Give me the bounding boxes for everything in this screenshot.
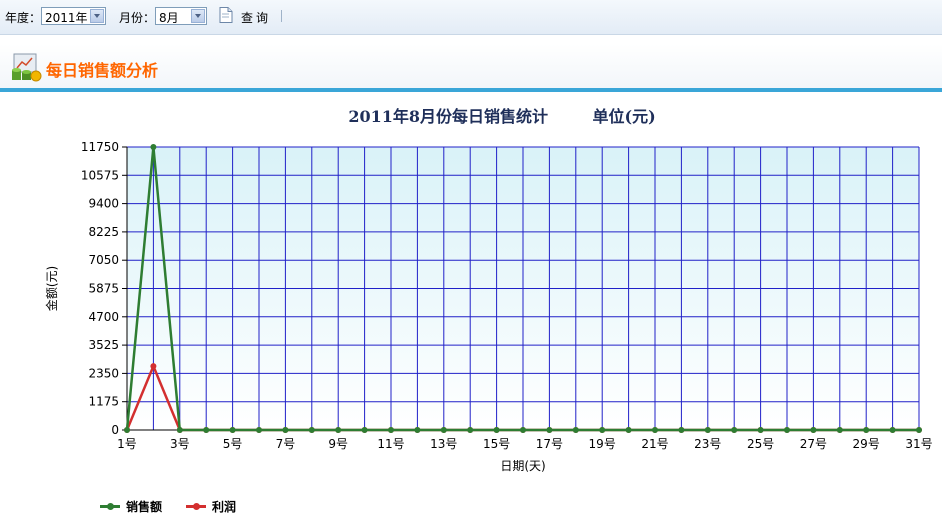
y-tick-label: 1175 bbox=[88, 395, 119, 409]
data-point-sales bbox=[176, 427, 183, 433]
data-point-sales bbox=[810, 427, 817, 433]
x-tick-label: 1号 bbox=[117, 437, 137, 451]
data-point-sales bbox=[229, 427, 236, 433]
x-tick-label: 27号 bbox=[800, 437, 827, 451]
legend-label-sales: 销售额 bbox=[126, 500, 163, 514]
x-tick-label: 21号 bbox=[641, 437, 668, 451]
data-point-sales bbox=[282, 427, 289, 433]
x-tick-label: 3号 bbox=[170, 437, 190, 451]
legend-label-profit: 利润 bbox=[212, 500, 237, 514]
data-point-sales bbox=[388, 427, 394, 433]
y-tick-label: 4700 bbox=[88, 310, 119, 324]
data-point-profit bbox=[150, 363, 157, 370]
y-tick-label: 7050 bbox=[88, 253, 119, 267]
x-tick-label: 31号 bbox=[905, 437, 932, 451]
data-point-sales bbox=[599, 427, 606, 433]
data-point-sales bbox=[916, 427, 922, 433]
data-point-sales bbox=[784, 427, 790, 433]
data-point-sales bbox=[493, 427, 500, 433]
x-tick-label: 7号 bbox=[276, 437, 296, 451]
data-point-sales bbox=[757, 427, 764, 433]
line-chart: 0 1175 2350 3525 4700 5875 7050 8225 9400 10575 11… bbox=[44, 140, 933, 473]
data-point-sales bbox=[335, 427, 342, 433]
x-axis-label: 日期(天) bbox=[500, 459, 545, 473]
data-point-sales bbox=[520, 427, 526, 433]
data-point-sales bbox=[414, 427, 421, 433]
data-point-sales bbox=[203, 427, 210, 433]
y-tick-label: 10575 bbox=[81, 168, 119, 182]
x-tick-label: 17号 bbox=[536, 437, 563, 451]
data-point-sales bbox=[361, 427, 368, 433]
data-point-sales bbox=[467, 427, 474, 433]
data-point-sales bbox=[731, 427, 738, 433]
data-point-sales bbox=[440, 427, 447, 433]
data-point-sales bbox=[652, 427, 658, 433]
x-tick-label: 11号 bbox=[377, 437, 404, 451]
data-point-sales bbox=[308, 427, 315, 433]
data-point-sales bbox=[836, 427, 843, 433]
x-tick-label: 25号 bbox=[747, 437, 774, 451]
y-tick-label: 5875 bbox=[88, 282, 119, 296]
data-point-sales bbox=[124, 427, 130, 433]
y-axis-label: 金额(元) bbox=[44, 266, 59, 311]
data-point-sales bbox=[150, 144, 157, 150]
y-tick-label: 8225 bbox=[88, 225, 119, 239]
y-tick-label: 9400 bbox=[88, 197, 119, 211]
data-point-sales bbox=[678, 427, 685, 433]
legend-marker-profit bbox=[193, 503, 200, 510]
x-tick-label: 29号 bbox=[853, 437, 880, 451]
data-point-sales bbox=[704, 427, 711, 433]
data-point-sales bbox=[256, 427, 262, 433]
y-tick-label: 2350 bbox=[88, 366, 119, 380]
legend-marker-sales bbox=[107, 503, 114, 510]
y-tick-label: 11750 bbox=[81, 140, 119, 154]
data-point-sales bbox=[863, 427, 870, 433]
data-point-sales bbox=[572, 427, 579, 433]
x-tick-label: 23号 bbox=[694, 437, 721, 451]
x-tick-label: 5号 bbox=[223, 437, 243, 451]
data-point-sales bbox=[546, 427, 553, 433]
y-tick-label: 0 bbox=[111, 423, 119, 437]
x-tick-label: 19号 bbox=[589, 437, 616, 451]
x-tick-label: 15号 bbox=[483, 437, 510, 451]
x-tick-label: 9号 bbox=[328, 437, 348, 451]
y-tick-label: 3525 bbox=[88, 338, 119, 352]
data-point-sales bbox=[889, 427, 896, 433]
data-point-sales bbox=[625, 427, 632, 433]
x-tick-label: 13号 bbox=[430, 437, 457, 451]
